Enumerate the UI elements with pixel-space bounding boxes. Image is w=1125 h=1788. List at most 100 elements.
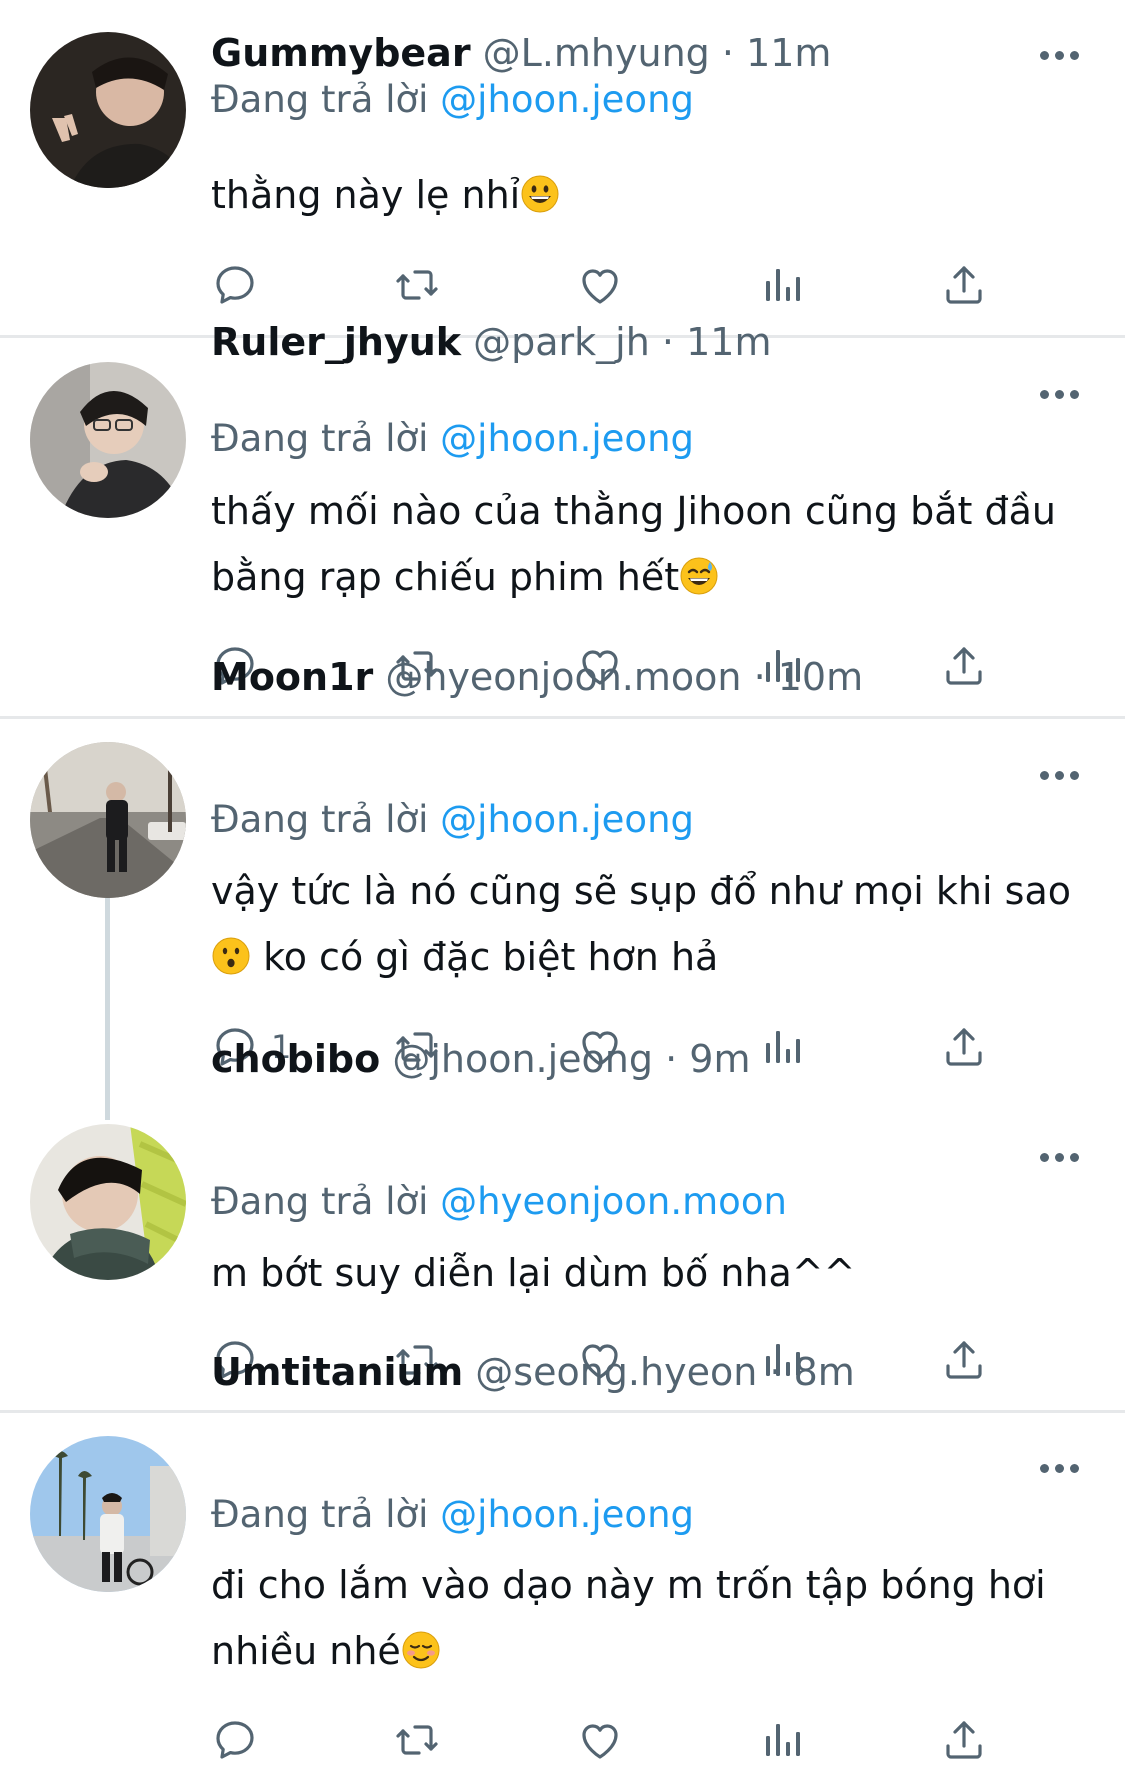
share-button[interactable] [940, 636, 988, 696]
share-button[interactable] [940, 1330, 988, 1390]
avatar-image [30, 362, 186, 518]
user-handle[interactable]: @jhoon.jeong [392, 1037, 653, 1081]
more-options-icon[interactable] [1040, 1458, 1084, 1478]
replying-to: Đang trả lời @jhoon.jeong [211, 1490, 694, 1540]
separator: · [661, 320, 674, 364]
mention-link[interactable]: @jhoon.jeong [440, 78, 694, 121]
divider [0, 1410, 1125, 1413]
like-button[interactable] [576, 255, 624, 315]
user-handle[interactable]: @park_jh [473, 320, 650, 364]
share-button[interactable] [940, 1710, 988, 1770]
reply-button[interactable] [211, 1710, 259, 1770]
replying-to-label: Đang trả lời [211, 1180, 429, 1223]
tweet-header: chobibo @jhoon.jeong · 9m [211, 1033, 751, 1085]
tweet-text-content: m bớt suy diễn lại dùm bố nha^^ [211, 1251, 856, 1295]
tweet-text-content: vậy tức là nó cũng sẽ sụp đổ như mọi khi… [211, 869, 1071, 913]
share-button[interactable] [940, 255, 988, 315]
share-icon [940, 1336, 988, 1384]
display-name[interactable]: Umtitanium [211, 1350, 463, 1394]
replying-to-label: Đang trả lời [211, 417, 429, 460]
tweet-text-continuation: ko có gì đặc biệt hơn hả [251, 935, 719, 979]
tweet-text: thấy mối nào của thằng Jihoon cũng bắt đ… [211, 478, 1091, 610]
replying-to: Đang trả lời @jhoon.jeong [211, 75, 694, 125]
analytics-button[interactable] [758, 1017, 806, 1077]
tweet-header: Umtitanium @seong.hyeon · 8m [211, 1346, 855, 1398]
reply-icon [211, 261, 259, 309]
user-handle[interactable]: @seong.hyeon [475, 1350, 757, 1394]
display-name[interactable]: Moon1r [211, 655, 373, 699]
analytics-icon [758, 1023, 806, 1071]
mention-link[interactable]: @jhoon.jeong [440, 798, 694, 841]
analytics-button[interactable] [758, 255, 806, 315]
user-handle[interactable]: @L.mhyung [483, 31, 710, 75]
separator: · [753, 655, 766, 699]
avatar-image [30, 742, 186, 898]
sweat-smile-emoji [680, 557, 718, 595]
timestamp[interactable]: 10m [778, 655, 863, 699]
more-options-icon[interactable] [1040, 765, 1084, 785]
timestamp[interactable]: 8m [794, 1350, 855, 1394]
analytics-button[interactable] [758, 1710, 806, 1770]
replying-to-label: Đang trả lời [211, 78, 429, 121]
share-button[interactable] [940, 1017, 988, 1077]
retweet-button[interactable] [393, 255, 441, 315]
hushed-face-emoji [212, 937, 250, 975]
retweet-button[interactable] [393, 1710, 441, 1770]
more-options-icon[interactable] [1040, 45, 1084, 65]
mention-link[interactable]: @jhoon.jeong [440, 417, 694, 460]
reply-button[interactable] [211, 255, 259, 315]
replying-to-label: Đang trả lời [211, 1493, 429, 1536]
share-icon [940, 1716, 988, 1764]
avatar[interactable] [30, 32, 186, 188]
tweet-text-content: thằng này lẹ nhỉ [211, 173, 521, 217]
avatar[interactable] [30, 1124, 186, 1280]
tweet-text: vậy tức là nó cũng sẽ sụp đổ như mọi khi… [211, 858, 1091, 990]
avatar[interactable] [30, 362, 186, 518]
avatar[interactable] [30, 1436, 186, 1592]
replying-to: Đang trả lời @jhoon.jeong [211, 795, 694, 845]
tweet-header: Ruler_jhyuk @park_jh · 11m [211, 316, 771, 368]
thread-connector [105, 898, 110, 1120]
tweet-text-content: đi cho lắm vào dạo này m trốn tập bóng h… [211, 1563, 1046, 1673]
timestamp[interactable]: 9m [689, 1037, 750, 1081]
retweet-icon [393, 1716, 441, 1764]
smiling-face-emoji [402, 1631, 440, 1669]
more-options-icon[interactable] [1040, 1147, 1084, 1167]
mention-link[interactable]: @jhoon.jeong [440, 1493, 694, 1536]
tweet-actions [211, 1710, 1011, 1770]
timestamp[interactable]: 11m [746, 31, 831, 75]
analytics-icon [758, 1716, 806, 1764]
replying-to: Đang trả lời @jhoon.jeong [211, 414, 694, 464]
avatar[interactable] [30, 742, 186, 898]
display-name[interactable]: Ruler_jhyuk [211, 320, 461, 364]
replying-to-label: Đang trả lời [211, 798, 429, 841]
mention-link[interactable]: @hyeonjoon.moon [440, 1180, 787, 1223]
divider [0, 716, 1125, 719]
retweet-icon [393, 261, 441, 309]
like-icon [576, 1716, 624, 1764]
share-icon [940, 642, 988, 690]
like-button[interactable] [576, 1710, 624, 1770]
analytics-icon [758, 261, 806, 309]
tweet-text: đi cho lắm vào dạo này m trốn tập bóng h… [211, 1552, 1091, 1684]
share-icon [940, 261, 988, 309]
more-options-icon[interactable] [1040, 384, 1084, 404]
display-name[interactable]: Gummybear [211, 31, 471, 75]
timestamp[interactable]: 11m [686, 320, 771, 364]
avatar-image [30, 32, 186, 188]
separator: · [769, 1350, 782, 1394]
separator: · [721, 31, 734, 75]
user-handle[interactable]: @hyeonjoon.moon [385, 655, 741, 699]
replying-to: Đang trả lời @hyeonjoon.moon [211, 1177, 787, 1227]
tweet-header: Gummybear @L.mhyung · 11m [211, 27, 831, 79]
separator: · [665, 1037, 678, 1081]
tweet-header: Moon1r @hyeonjoon.moon · 10m [211, 651, 863, 703]
share-icon [940, 1023, 988, 1071]
tweet-text: thằng này lẹ nhỉ [211, 162, 1091, 228]
tweet-actions [211, 255, 1011, 315]
avatar-image [30, 1124, 186, 1280]
tweet-text-content: thấy mối nào của thằng Jihoon cũng bắt đ… [211, 489, 1056, 599]
reply-icon [211, 1716, 259, 1764]
like-icon [576, 261, 624, 309]
display-name[interactable]: chobibo [211, 1037, 380, 1081]
